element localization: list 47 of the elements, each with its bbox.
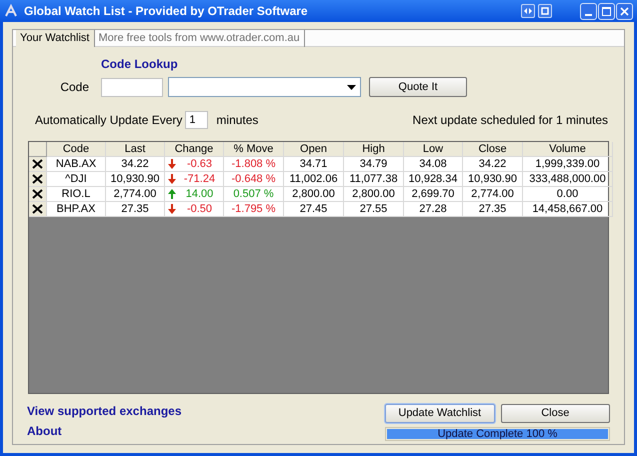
minimize-icon bbox=[585, 14, 592, 16]
tab[interactable]: Your Watchlist bbox=[16, 30, 94, 46]
dropdown-field[interactable] bbox=[168, 77, 361, 97]
code-field[interactable] bbox=[101, 78, 163, 96]
maximize-button[interactable] bbox=[598, 2, 615, 20]
unit-label: minutes bbox=[216, 112, 258, 128]
table-cell-text: -71.24 bbox=[182, 172, 216, 187]
app-icon bbox=[4, 4, 18, 18]
close-icon bbox=[620, 6, 629, 16]
table-cell: 14,458,667.00 bbox=[523, 202, 613, 217]
remove-icon[interactable] bbox=[32, 159, 43, 169]
action-button[interactable]: Close bbox=[500, 404, 610, 423]
up-arrow-icon bbox=[168, 189, 176, 199]
table-cell: 27.45 bbox=[284, 202, 344, 217]
progress-text: Update Complete 100 % bbox=[436, 429, 558, 439]
restore-button[interactable] bbox=[538, 4, 552, 18]
square-icon bbox=[541, 7, 549, 15]
table-cell: 27.35 bbox=[106, 202, 165, 217]
remove-icon[interactable] bbox=[32, 174, 43, 184]
maximize-icon bbox=[602, 6, 611, 16]
table-cell: -1.795 % bbox=[224, 202, 284, 217]
link[interactable]: View supported exchanges bbox=[27, 404, 182, 418]
update-label: Automatically Update Every bbox=[35, 112, 182, 128]
schedule-text: Next update scheduled for 1 minutes bbox=[412, 112, 608, 128]
quote-button[interactable]: Quote It bbox=[369, 77, 467, 97]
link[interactable]: About bbox=[27, 424, 182, 438]
window-title: Global Watch List - Provided by OTrader Software bbox=[24, 3, 308, 20]
down-arrow-icon bbox=[168, 204, 176, 214]
table-cell-text: -0.50 bbox=[186, 202, 214, 217]
close-button[interactable] bbox=[616, 2, 633, 20]
table-cell: 27.55 bbox=[344, 202, 404, 217]
minimize-button[interactable] bbox=[580, 2, 597, 20]
action-button[interactable]: Update Watchlist bbox=[385, 404, 494, 423]
remove-icon[interactable] bbox=[32, 204, 43, 214]
table-cell-text: 14.00 bbox=[184, 186, 214, 202]
field-label: Code bbox=[59, 79, 89, 96]
table-cell: 27.28 bbox=[404, 202, 463, 217]
table-cell-text: -0.63 bbox=[186, 156, 214, 172]
interval-field[interactable]: 1 bbox=[185, 110, 208, 128]
tab[interactable]: More free tools from www.otrader.com.au bbox=[94, 30, 305, 46]
arrows-icon bbox=[524, 8, 532, 14]
remove-icon[interactable] bbox=[32, 189, 43, 199]
table-cell: BHP.AX bbox=[47, 202, 106, 217]
arrows-button[interactable] bbox=[521, 4, 535, 18]
table-cell: 27.35 bbox=[463, 202, 523, 217]
caret-icon bbox=[347, 84, 356, 90]
section-heading: Code Lookup bbox=[101, 57, 178, 71]
